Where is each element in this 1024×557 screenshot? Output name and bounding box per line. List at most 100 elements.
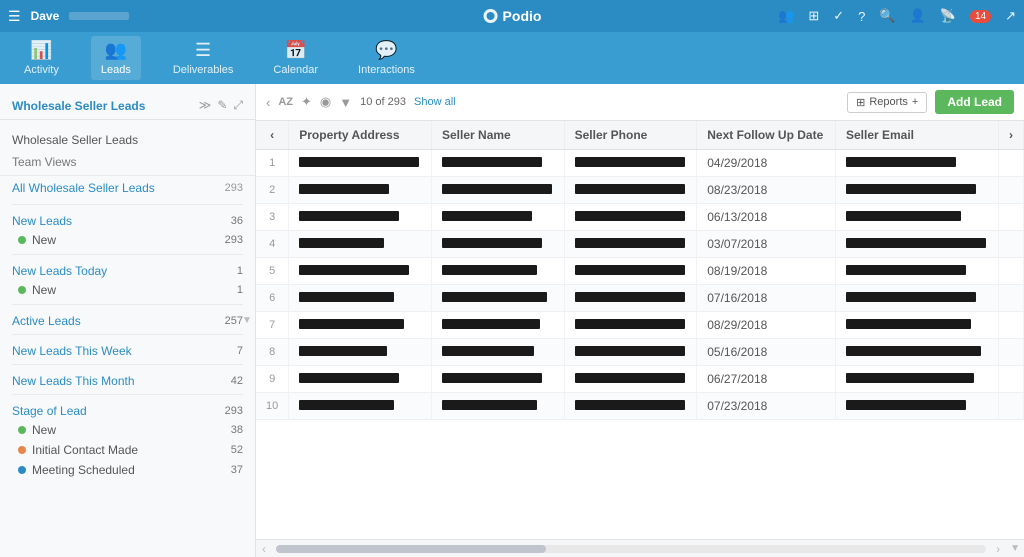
prev-arrow-icon[interactable]: ‹	[266, 95, 270, 110]
table-row[interactable]: 7 08/29/2018	[256, 312, 1024, 339]
new-leads-sub-new: New 293	[0, 230, 255, 250]
show-all-link[interactable]: Show all	[414, 96, 456, 108]
cell-seller-email	[835, 339, 998, 366]
cell-seller-phone	[564, 177, 697, 204]
cell-followup-date: 08/19/2018	[697, 258, 836, 285]
sidebar-item-all-leads[interactable]: All Wholesale Seller Leads 293	[0, 176, 255, 200]
grid-icon[interactable]: ⊞	[808, 8, 819, 24]
table-row[interactable]: 906/27/2018	[256, 366, 1024, 393]
sidebar-item-stage-of-lead[interactable]: Stage of Lead 293	[0, 399, 255, 420]
table-row[interactable]: 8 05/16/2018	[256, 339, 1024, 366]
sidebar-item-new-leads-month[interactable]: New Leads This Month 42	[0, 369, 255, 390]
secondary-navigation: 📊 Activity 👥 Leads ☰ Deliverables 📅 Cale…	[0, 32, 1024, 84]
filter-dot-icon[interactable]: ◉	[320, 94, 331, 110]
cell-address	[289, 366, 432, 393]
filter-down-icon[interactable]: ▼	[339, 95, 352, 110]
cell-address	[289, 231, 432, 258]
cell-address	[289, 285, 432, 312]
tab-activity-label: Activity	[24, 64, 59, 76]
cell-spacer	[999, 258, 1024, 285]
reports-button[interactable]: ⊞ Reports +	[847, 92, 927, 113]
team-views-label: Team Views	[12, 155, 76, 169]
scroll-down-arrow[interactable]: ▼	[1006, 543, 1024, 554]
cell-seller-email	[835, 312, 998, 339]
col-header-next[interactable]: ›	[999, 121, 1024, 150]
table-body: 104/29/2018208/23/2018306/13/2018403/07/…	[256, 150, 1024, 420]
col-header-name[interactable]: Seller Name	[432, 121, 565, 150]
cell-followup-date: 04/29/2018	[697, 150, 836, 177]
share-icon[interactable]: ↗	[1005, 8, 1016, 24]
cell-row-num: 8	[256, 339, 289, 366]
table-row[interactable]: 607/16/2018	[256, 285, 1024, 312]
reports-label: Reports	[869, 96, 908, 108]
cell-followup-date: 05/16/2018	[697, 339, 836, 366]
sidebar-item-new-leads-today[interactable]: New Leads Today 1	[0, 259, 255, 280]
cell-row-num: 7	[256, 312, 289, 339]
cell-seller-name	[432, 258, 565, 285]
green-dot-stage	[18, 426, 26, 434]
tab-leads[interactable]: 👥 Leads	[91, 36, 141, 80]
cell-seller-phone	[564, 204, 697, 231]
table-row[interactable]: 1007/23/2018	[256, 393, 1024, 420]
col-header-email[interactable]: Seller Email	[835, 121, 998, 150]
toolbar-left: ‹ AZ ✦ ◉ ▼ 10 of 293 Show all	[266, 94, 456, 110]
tab-activity[interactable]: 📊 Activity	[16, 36, 67, 80]
notifications-icon[interactable]: 📡	[940, 8, 956, 24]
help-icon[interactable]: ?	[858, 9, 865, 24]
stage-initial-label: Initial Contact Made	[32, 443, 225, 457]
tab-calendar-label: Calendar	[273, 64, 318, 76]
sidebar-edit-icon[interactable]: ✎	[217, 98, 227, 113]
new-label: New	[32, 233, 219, 247]
cell-address	[289, 312, 432, 339]
tab-interactions[interactable]: 💬 Interactions	[350, 36, 423, 80]
sidebar-header: Wholesale Seller Leads ≫ ✎ ⤢	[0, 92, 255, 120]
cell-seller-email	[835, 258, 998, 285]
people-icon[interactable]: 👥	[778, 8, 794, 24]
cell-spacer	[999, 204, 1024, 231]
hamburger-menu[interactable]: ☰	[8, 8, 21, 25]
user-status-bar	[69, 12, 129, 20]
search-icon[interactable]: 🔍	[879, 8, 895, 24]
sidebar-scroll-down[interactable]: ▼	[242, 315, 252, 326]
table-row[interactable]: 208/23/2018	[256, 177, 1024, 204]
table-row[interactable]: 306/13/2018	[256, 204, 1024, 231]
cell-spacer	[999, 312, 1024, 339]
add-lead-button[interactable]: Add Lead	[935, 90, 1014, 114]
cell-seller-phone	[564, 366, 697, 393]
cell-followup-date: 08/29/2018	[697, 312, 836, 339]
new-leads-today-sub-new: New 1	[0, 280, 255, 300]
scrollbar-track[interactable]	[276, 545, 986, 553]
col-header-followup[interactable]: Next Follow Up Date	[697, 121, 836, 150]
scroll-left-arrow[interactable]: ‹	[256, 542, 272, 556]
table-row[interactable]: 508/19/2018	[256, 258, 1024, 285]
user-icon[interactable]: 👤	[910, 8, 926, 24]
col-header-address[interactable]: Property Address	[289, 121, 432, 150]
sidebar-content: Wholesale Seller Leads Team Views All Wh…	[0, 124, 255, 484]
sidebar-title: Wholesale Seller Leads	[12, 99, 145, 113]
table-row[interactable]: 104/29/2018	[256, 150, 1024, 177]
check-icon[interactable]: ✓	[833, 8, 844, 24]
tab-deliverables[interactable]: ☰ Deliverables	[165, 36, 242, 80]
top-nav-left: ☰ Dave	[8, 8, 778, 25]
sidebar-item-new-leads[interactable]: New Leads 36	[0, 209, 255, 230]
sidebar-filter-icon[interactable]: ≫	[199, 98, 212, 113]
sidebar-item-new-leads-week[interactable]: New Leads This Week 7	[0, 339, 255, 360]
table-row[interactable]: 403/07/2018	[256, 231, 1024, 258]
cell-seller-phone	[564, 231, 697, 258]
sort-az-icon[interactable]: AZ	[278, 96, 293, 108]
green-dot-new	[18, 236, 26, 244]
tab-leads-label: Leads	[101, 64, 131, 76]
scroll-right-arrow[interactable]: ›	[990, 542, 1006, 556]
tab-calendar[interactable]: 📅 Calendar	[265, 36, 326, 80]
podio-logo: Podio	[483, 8, 542, 24]
col-header-prev[interactable]: ‹	[256, 121, 289, 150]
sidebar-section-title: Wholesale Seller Leads	[0, 128, 255, 152]
settings-icon[interactable]: ✦	[301, 94, 312, 110]
cell-seller-name	[432, 150, 565, 177]
notification-count: 14	[970, 10, 991, 23]
sidebar-item-active-leads[interactable]: Active Leads 257	[0, 309, 255, 330]
col-header-phone[interactable]: Seller Phone	[564, 121, 697, 150]
all-leads-label: All Wholesale Seller Leads	[12, 181, 155, 195]
cell-spacer	[999, 150, 1024, 177]
cell-followup-date: 06/13/2018	[697, 204, 836, 231]
